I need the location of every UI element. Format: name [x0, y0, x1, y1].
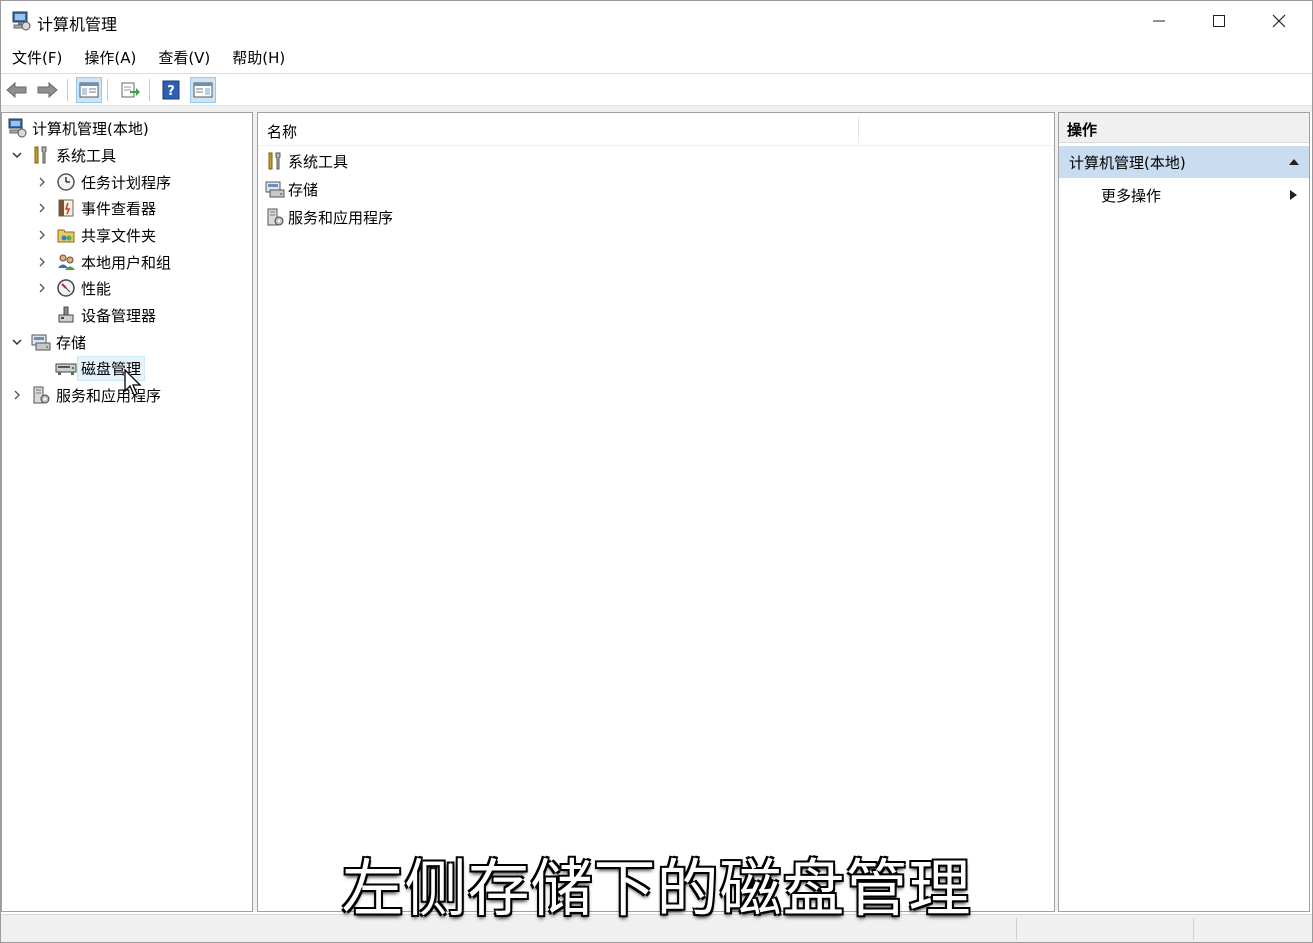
mouse-cursor-icon	[124, 369, 142, 396]
tools-icon	[30, 144, 52, 166]
actions-section-computer-management[interactable]: 计算机管理(本地)	[1059, 146, 1309, 178]
users-icon	[55, 251, 77, 273]
list-item-services-apps[interactable]: 服务和应用程序	[264, 204, 393, 230]
tree-label: 性能	[81, 279, 112, 298]
list-item-system-tools[interactable]: 系统工具	[264, 148, 348, 174]
event-viewer-icon	[55, 197, 77, 219]
show-hide-tree-button[interactable]	[76, 77, 102, 103]
tree-label: 服务和应用程序	[56, 386, 162, 405]
show-hide-action-pane-button[interactable]	[190, 77, 216, 103]
computer-management-icon	[6, 117, 28, 139]
shared-folder-icon	[55, 224, 77, 246]
show-action-pane-icon	[193, 82, 213, 98]
tree-label: 存储	[56, 333, 87, 352]
tree-item-shared-folders[interactable]: 共享文件夹	[35, 222, 156, 248]
tree-item-task-scheduler[interactable]: 任务计划程序	[35, 169, 171, 195]
menu-action[interactable]: 操作(A)	[73, 43, 147, 71]
tree-item-local-users[interactable]: 本地用户和组	[35, 249, 171, 275]
storage-icon	[264, 178, 286, 200]
svg-text:?: ?	[167, 84, 175, 99]
chevron-right-icon[interactable]	[35, 175, 49, 189]
help-icon: ?	[162, 80, 180, 100]
back-icon	[6, 81, 27, 99]
menu-separator	[1, 73, 1312, 74]
computer-management-window: 计算机管理 文件(F) 操作(A) 查看(V) 帮助(H) ? 计算机管理(本地…	[0, 0, 1313, 943]
console-tree-pane: 计算机管理(本地) 系统工具 任务计划程序 事件查看器 共享文件夹 本地用户和组…	[1, 112, 253, 912]
column-header-name[interactable]: 名称	[267, 121, 297, 142]
actions-pane: 操作 计算机管理(本地) 更多操作	[1058, 112, 1310, 912]
tree-label: 系统工具	[56, 146, 117, 165]
maximize-icon	[1213, 15, 1225, 27]
forward-button[interactable]	[34, 77, 60, 103]
actions-header: 操作	[1059, 113, 1309, 143]
storage-icon	[30, 331, 52, 353]
help-button[interactable]: ?	[158, 77, 184, 103]
export-list-button[interactable]	[117, 77, 143, 103]
tree-label: 计算机管理(本地)	[32, 119, 149, 138]
close-icon	[1272, 14, 1286, 28]
export-list-icon	[121, 82, 140, 98]
tree-label: 设备管理器	[81, 306, 157, 325]
maximize-button[interactable]	[1189, 1, 1249, 41]
results-list-pane: 名称 系统工具 存储 服务和应用程序	[257, 112, 1055, 912]
chevron-right-icon[interactable]	[35, 228, 49, 242]
close-button[interactable]	[1249, 1, 1309, 41]
tree-item-event-viewer[interactable]: 事件查看器	[35, 195, 156, 221]
chevron-right-icon[interactable]	[35, 201, 49, 215]
collapse-up-icon[interactable]	[1289, 158, 1299, 165]
device-manager-icon	[55, 304, 77, 326]
disk-management-icon	[55, 357, 77, 379]
back-button[interactable]	[4, 77, 30, 103]
performance-icon	[55, 277, 77, 299]
tree-label: 任务计划程序	[81, 173, 172, 192]
tree-label: 本地用户和组	[81, 253, 172, 272]
list-item-storage[interactable]: 存储	[264, 176, 318, 202]
more-actions-label: 更多操作	[1101, 187, 1162, 205]
tree-label: 事件查看器	[81, 199, 157, 218]
menu-view[interactable]: 查看(V)	[147, 43, 221, 71]
tree-item-performance[interactable]: 性能	[35, 275, 111, 301]
title-bar: 计算机管理	[1, 1, 1312, 41]
toolbar-separator	[149, 79, 150, 101]
chevron-down-icon[interactable]	[10, 335, 24, 349]
more-actions-item[interactable]: 更多操作	[1059, 179, 1309, 209]
toolbar: ?	[1, 75, 1312, 105]
tree-item-root[interactable]: 计算机管理(本地)	[6, 115, 149, 141]
toolbar-separator	[107, 79, 108, 101]
column-header-bar: 名称	[258, 113, 1054, 146]
tools-icon	[264, 150, 286, 172]
window-title: 计算机管理	[37, 15, 118, 34]
submenu-arrow-icon	[1290, 190, 1297, 200]
menu-help[interactable]: 帮助(H)	[221, 43, 296, 71]
list-item-label: 系统工具	[288, 152, 349, 171]
toolbar-separator	[67, 79, 68, 101]
tree-label: 共享文件夹	[81, 226, 157, 245]
forward-icon	[37, 81, 58, 99]
chevron-right-icon[interactable]	[10, 388, 24, 402]
services-icon	[30, 384, 52, 406]
toolbar-divider	[1, 105, 1312, 112]
minimize-button[interactable]	[1129, 1, 1189, 41]
menu-bar: 文件(F) 操作(A) 查看(V) 帮助(H)	[1, 43, 1312, 71]
show-tree-icon	[79, 82, 99, 98]
list-item-label: 存储	[288, 180, 319, 199]
computer-management-app-icon	[12, 11, 31, 31]
minimize-icon	[1153, 20, 1165, 22]
chevron-right-icon[interactable]	[35, 281, 49, 295]
clock-icon	[55, 171, 77, 193]
tree-item-system-tools[interactable]: 系统工具	[10, 142, 116, 168]
video-caption: 左侧存储下的磁盘管理	[341, 852, 972, 925]
menu-file[interactable]: 文件(F)	[1, 43, 73, 71]
list-item-label: 服务和应用程序	[288, 208, 394, 227]
column-divider[interactable]	[858, 117, 859, 143]
chevron-down-icon[interactable]	[10, 148, 24, 162]
actions-section-label: 计算机管理(本地)	[1069, 154, 1186, 172]
chevron-right-icon[interactable]	[35, 255, 49, 269]
tree-item-storage[interactable]: 存储	[10, 329, 86, 355]
services-icon	[264, 206, 286, 228]
tree-item-device-manager[interactable]: 设备管理器	[55, 302, 156, 328]
